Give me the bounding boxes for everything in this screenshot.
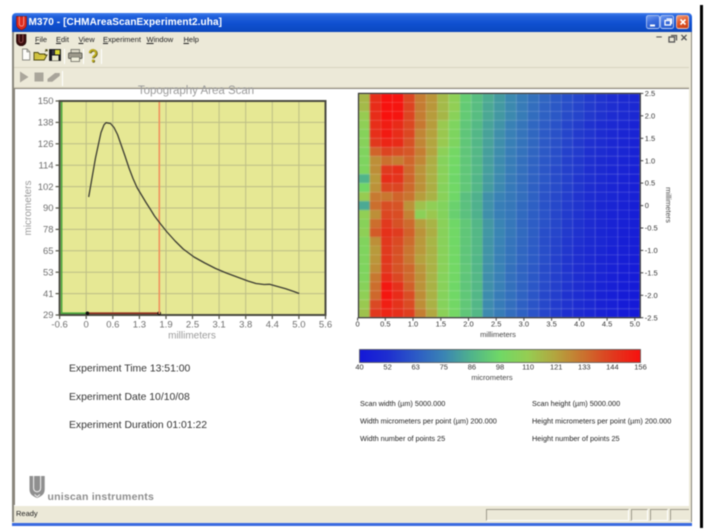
svg-text:Scan width (µm) 5000.000: Scan width (µm) 5000.000 bbox=[360, 399, 445, 408]
svg-text:2.5: 2.5 bbox=[186, 320, 199, 331]
svg-text:1.0: 1.0 bbox=[645, 156, 655, 165]
svg-text:micrometers: micrometers bbox=[23, 180, 34, 235]
svg-text:0: 0 bbox=[356, 320, 360, 329]
svg-text:Topography Area Scan: Topography Area Scan bbox=[138, 85, 254, 97]
svg-text:121: 121 bbox=[550, 363, 563, 372]
svg-text:138: 138 bbox=[38, 118, 54, 129]
svg-text:0: 0 bbox=[645, 201, 649, 210]
svg-text:-2.0: -2.0 bbox=[645, 291, 658, 300]
svg-text:114: 114 bbox=[38, 160, 53, 171]
svg-text:110: 110 bbox=[522, 363, 534, 372]
svg-text:3.5: 3.5 bbox=[546, 320, 556, 329]
svg-text:40: 40 bbox=[355, 363, 363, 372]
svg-text:0.5: 0.5 bbox=[380, 320, 390, 329]
svg-text:Width micrometers per point (µ: Width micrometers per point (µm) 200.000 bbox=[360, 417, 497, 426]
svg-text:150: 150 bbox=[38, 96, 54, 107]
svg-text:uniscan instruments: uniscan instruments bbox=[48, 491, 155, 503]
svg-text:Experiment Time 13:51:00: Experiment Time 13:51:00 bbox=[69, 364, 191, 375]
svg-text:102: 102 bbox=[38, 182, 54, 193]
svg-text:126: 126 bbox=[38, 139, 54, 150]
svg-text:86: 86 bbox=[468, 363, 476, 372]
svg-text:Height micrometers per point (: Height micrometers per point (µm) 200.00… bbox=[532, 417, 671, 426]
svg-text:1.0: 1.0 bbox=[408, 320, 418, 329]
svg-text:5.0: 5.0 bbox=[630, 320, 640, 329]
svg-text:65: 65 bbox=[43, 246, 54, 257]
svg-text:3.1: 3.1 bbox=[212, 320, 225, 331]
svg-text:-1.0: -1.0 bbox=[645, 246, 658, 255]
svg-text:75: 75 bbox=[440, 363, 448, 372]
svg-text:2.5: 2.5 bbox=[491, 320, 501, 329]
svg-text:2.5: 2.5 bbox=[645, 89, 655, 98]
svg-text:2.0: 2.0 bbox=[645, 111, 655, 120]
svg-text:78: 78 bbox=[43, 225, 54, 236]
svg-text:4.0: 4.0 bbox=[574, 320, 584, 329]
svg-text:3.0: 3.0 bbox=[519, 320, 529, 329]
svg-text:Height number of points 25: Height number of points 25 bbox=[532, 434, 620, 443]
svg-text:1.9: 1.9 bbox=[159, 320, 172, 331]
svg-text:-0.6: -0.6 bbox=[51, 320, 67, 331]
svg-text:Width number of points 25: Width number of points 25 bbox=[360, 434, 445, 443]
svg-text:52: 52 bbox=[383, 363, 391, 372]
svg-text:156: 156 bbox=[634, 363, 647, 372]
svg-text:Scan height (µm) 5000.000: Scan height (µm) 5000.000 bbox=[532, 399, 620, 408]
svg-text:0.6: 0.6 bbox=[106, 320, 119, 331]
svg-text:5.0: 5.0 bbox=[292, 320, 305, 331]
svg-text:4.5: 4.5 bbox=[602, 320, 612, 329]
svg-text:1.5: 1.5 bbox=[645, 134, 655, 143]
svg-text:-0.5: -0.5 bbox=[645, 224, 658, 233]
svg-text:5.6: 5.6 bbox=[319, 320, 332, 331]
svg-text:90: 90 bbox=[43, 203, 54, 214]
svg-text:133: 133 bbox=[578, 363, 591, 372]
svg-text:millimeters: millimeters bbox=[480, 330, 516, 339]
svg-text:0.5: 0.5 bbox=[645, 179, 655, 188]
svg-text:millimeters: millimeters bbox=[664, 187, 673, 223]
svg-text:63: 63 bbox=[412, 363, 420, 372]
svg-text:1.3: 1.3 bbox=[133, 320, 146, 331]
svg-text:-1.5: -1.5 bbox=[645, 268, 658, 277]
svg-text:2.0: 2.0 bbox=[463, 320, 473, 329]
svg-text:41: 41 bbox=[43, 289, 54, 300]
svg-text:0: 0 bbox=[84, 320, 89, 331]
svg-text:98: 98 bbox=[496, 363, 504, 372]
svg-text:29: 29 bbox=[43, 310, 54, 321]
svg-text:micrometers: micrometers bbox=[471, 373, 513, 382]
svg-text:144: 144 bbox=[606, 363, 619, 372]
svg-text:3.8: 3.8 bbox=[239, 320, 252, 331]
svg-text:millimeters: millimeters bbox=[168, 331, 216, 342]
svg-text:-2.5: -2.5 bbox=[645, 313, 658, 322]
svg-text:53: 53 bbox=[43, 267, 54, 278]
svg-text:1.5: 1.5 bbox=[436, 320, 446, 329]
svg-text:Experiment Duration 01:01:22: Experiment Duration 01:01:22 bbox=[69, 420, 207, 431]
svg-text:Experiment Date 10/10/08: Experiment Date 10/10/08 bbox=[69, 392, 190, 403]
svg-text:4.4: 4.4 bbox=[266, 320, 279, 331]
